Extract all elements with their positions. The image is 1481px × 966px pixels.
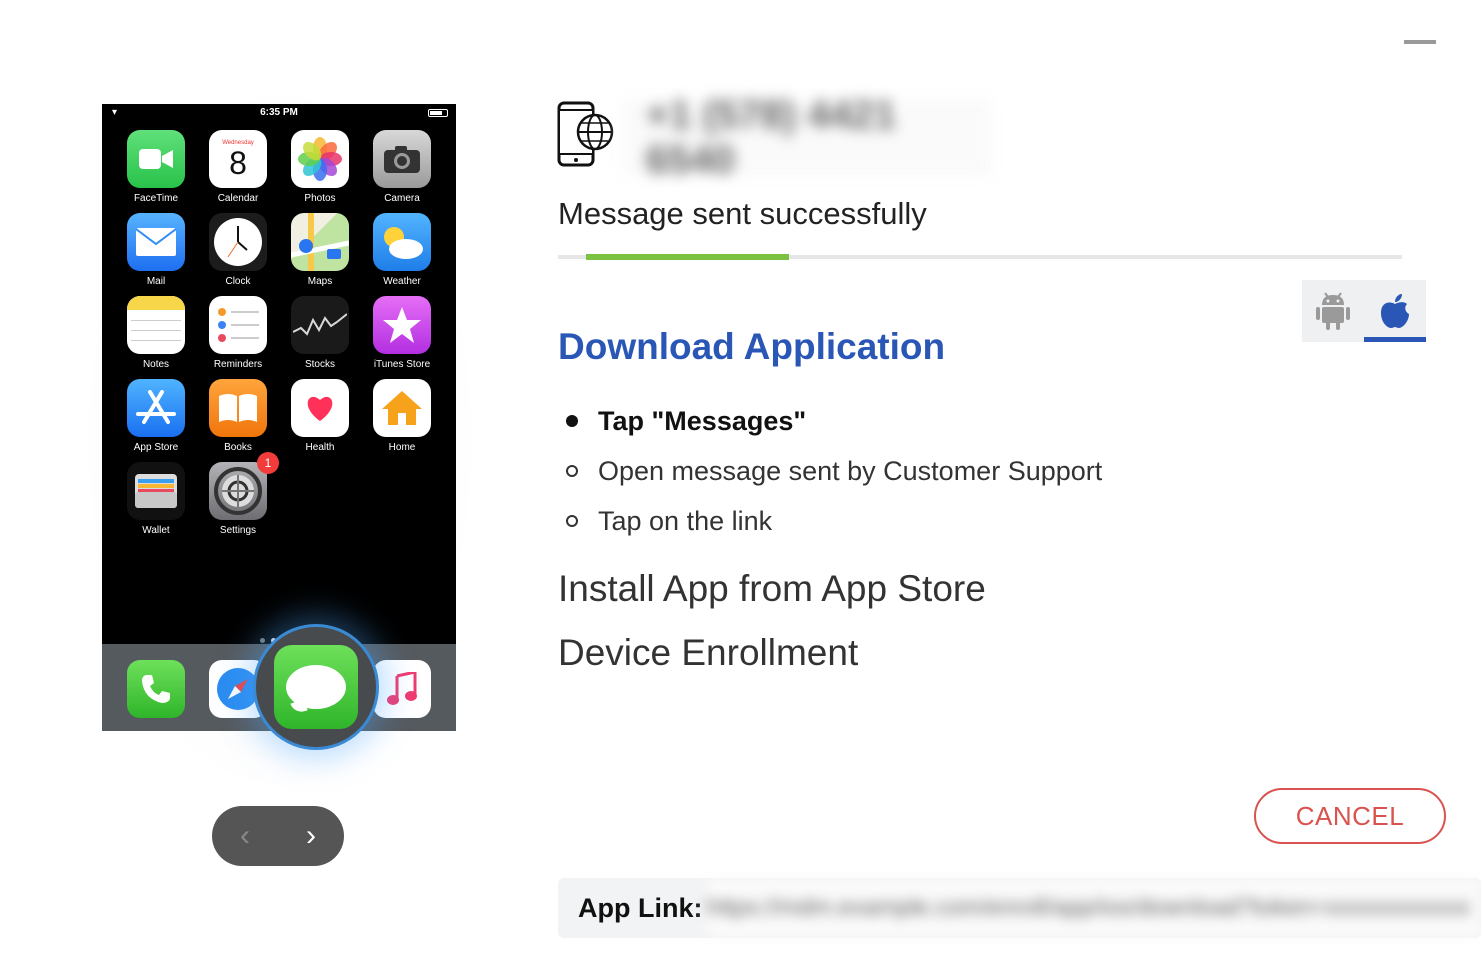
carousel-prev-button[interactable]: ‹ <box>212 806 278 866</box>
app-label: Weather <box>383 276 421 287</box>
app-label: iTunes Store <box>373 359 431 370</box>
app-clock: Clock <box>209 213 267 287</box>
status-bar: ▾ 6:35 PM <box>102 104 456 122</box>
steps-list: Tap "Messages" Open message sent by Cust… <box>566 396 1102 546</box>
app-books: Books <box>209 379 267 453</box>
messages-icon <box>274 645 358 729</box>
app-mail: Mail <box>127 213 185 287</box>
app-label: Mail <box>146 276 166 287</box>
app-settings: 1 Settings <box>209 452 279 536</box>
minimize-button[interactable] <box>1404 40 1436 44</box>
step-text: Open message sent by Customer Support <box>598 455 1103 486</box>
status-time: 6:35 PM <box>260 107 298 118</box>
app-label: Notes <box>142 359 170 370</box>
apple-tab[interactable] <box>1364 280 1426 342</box>
progress-fill <box>586 254 789 260</box>
app-label: Wallet <box>142 525 170 536</box>
app-label: FaceTime <box>133 193 179 204</box>
enrollment-section-title: Device Enrollment <box>558 632 859 673</box>
app-camera: Camera <box>373 130 431 204</box>
notification-badge: 1 <box>257 452 279 474</box>
download-title: Download Application <box>558 326 946 367</box>
app-app-store: App Store <box>127 379 185 453</box>
cancel-button[interactable]: CANCEL <box>1254 788 1446 844</box>
notes-icon <box>127 296 185 354</box>
app-label: Camera <box>384 193 420 204</box>
message-status: Message sent successfully <box>558 196 927 231</box>
step-item: Tap "Messages" <box>566 396 1102 446</box>
bullet-filled-icon <box>566 415 578 427</box>
app-weather: Weather <box>373 213 431 287</box>
app-label: Books <box>224 442 252 453</box>
app-label: Home <box>388 442 416 453</box>
app-label: Reminders <box>213 359 263 370</box>
app-link-bar: App Link: https://mdm.example.com/enroll… <box>558 878 1481 938</box>
clock-icon <box>209 213 267 271</box>
app-label: Maps <box>307 276 333 287</box>
chevron-left-icon: ‹ <box>240 819 250 852</box>
android-icon <box>1316 292 1350 330</box>
bullet-open-icon <box>566 515 578 527</box>
app-itunes-store: iTunes Store <box>373 296 431 370</box>
bullet-open-icon <box>566 465 578 477</box>
step-item: Tap on the link <box>566 496 1102 546</box>
settings-icon: 1 <box>209 452 279 520</box>
health-icon <box>291 379 349 437</box>
battery-icon <box>428 109 448 117</box>
books-icon <box>209 379 267 437</box>
reminders-icon <box>209 296 267 354</box>
music-icon <box>373 660 431 718</box>
itunes-store-icon <box>373 296 431 354</box>
mobile-globe-icon <box>556 100 616 170</box>
photos-icon <box>291 130 349 188</box>
app-label: Settings <box>219 525 257 536</box>
phone-number: +1 (578) 4421 6540 <box>622 93 992 182</box>
step-item: Open message sent by Customer Support <box>566 446 1102 496</box>
app-label: App Store <box>133 442 179 453</box>
app-photos: Photos <box>291 130 349 204</box>
app-label: Health <box>305 442 335 453</box>
app-label: Calendar <box>217 193 259 204</box>
camera-icon <box>373 130 431 188</box>
calendar-icon: Wednesday 8 <box>209 130 267 188</box>
apple-icon <box>1381 294 1409 328</box>
calendar-day: 8 <box>229 145 247 181</box>
carousel-next-button[interactable]: › <box>278 806 344 866</box>
carousel-controls: ‹ › <box>212 806 344 866</box>
chevron-right-icon: › <box>306 819 316 852</box>
home-icon <box>373 379 431 437</box>
wallet-icon <box>127 462 185 520</box>
app-home: Home <box>373 379 431 453</box>
app-stocks: Stocks <box>291 296 349 370</box>
weather-icon <box>373 213 431 271</box>
app-link-label: App Link: <box>578 892 703 923</box>
install-section-title: Install App from App Store <box>558 568 986 609</box>
facetime-icon <box>127 130 185 188</box>
app-store-icon <box>127 379 185 437</box>
app-facetime: FaceTime <box>127 130 185 204</box>
app-link-url[interactable]: https://mdm.example.com/enroll/app/ios/d… <box>706 878 1481 938</box>
maps-icon <box>291 213 349 271</box>
messages-highlight <box>253 624 379 750</box>
app-label: Stocks <box>304 359 335 370</box>
app-wallet: Wallet <box>127 462 185 536</box>
mail-icon <box>127 213 185 271</box>
app-maps: Maps <box>291 213 349 287</box>
step-text: Tap on the link <box>598 505 773 536</box>
stocks-icon <box>291 296 349 354</box>
android-tab[interactable] <box>1302 280 1364 342</box>
app-label: Photos <box>304 193 336 204</box>
app-health: Health <box>291 379 349 453</box>
app-notes: Notes <box>127 296 185 370</box>
app-label: Clock <box>225 276 251 287</box>
phone-icon <box>127 660 185 718</box>
app-reminders: Reminders <box>209 296 267 370</box>
step-text: Tap "Messages" <box>598 405 807 436</box>
os-toggle <box>1302 280 1426 342</box>
app-calendar: Wednesday 8 Calendar <box>209 130 267 204</box>
